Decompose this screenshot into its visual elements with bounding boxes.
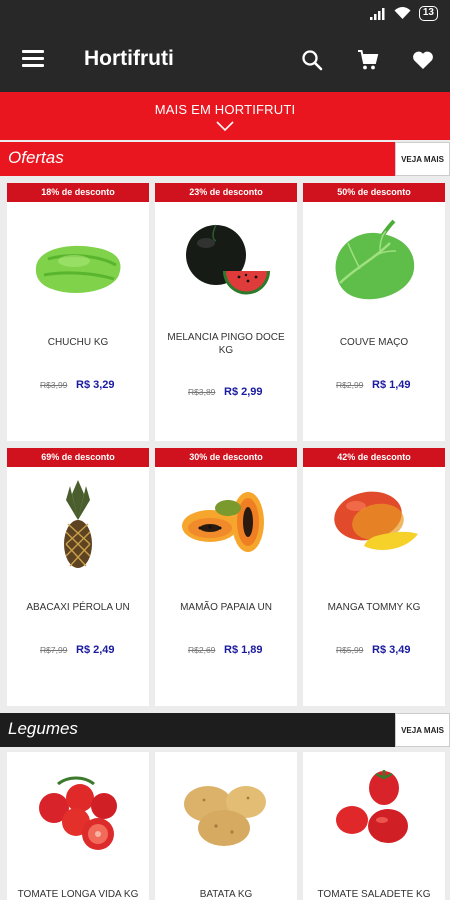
sale-price: R$ 1,49 [372,379,411,391]
product-card-chuchu[interactable]: 18% de desconto CHUCHU KG R$3,99 R$ 3,29 [7,183,149,441]
papaya-image [182,492,264,552]
more-banner-label: MAIS EM HORTIFRUTI [154,102,296,117]
wifi-icon [394,7,411,19]
product-name: ABACAXI PÉROLA UN [26,602,130,613]
page-title: Hortifruti [84,47,174,70]
chevron-down-icon [216,121,234,132]
pineapple-image [64,480,92,568]
old-price: R$7,99 [40,645,68,655]
vegetables-see-more-button[interactable]: VEJA MAIS [395,713,450,747]
battery-indicator: 13 [418,6,438,21]
product-card-mamao[interactable]: 30% de desconto MAMÃO PAPAIA UN R$2,69 R… [155,448,297,706]
offers-section-header: Ofertas VEJA MAIS [0,142,450,176]
menu-icon[interactable] [22,50,44,68]
product-card-manga[interactable]: 42% de desconto MANGA TOMMY KG R$5,99 R$… [303,448,445,706]
sale-price: R$ 2,99 [224,386,263,398]
discount-badge: 42% de desconto [303,448,445,467]
product-name: BATATA KG [199,889,253,900]
discount-badge: 30% de desconto [155,448,297,467]
product-card-tomate-saladete[interactable]: TOMATE SALADETE KG [303,752,445,900]
cart-icon[interactable] [356,48,380,72]
discount-badge: 50% de desconto [303,183,445,202]
potato-image [184,786,266,846]
offers-see-more-button[interactable]: VEJA MAIS [395,142,450,176]
product-name: MANGA TOMMY KG [327,602,421,613]
sale-price: R$ 2,49 [76,644,115,656]
chayote-image [35,245,121,293]
tomato-image [336,770,408,843]
kale-image [335,219,415,300]
product-card-melancia[interactable]: 23% de desconto MELANCIA PINGO DOCE KG R… [155,183,297,441]
sale-price: R$ 3,49 [372,644,411,656]
vegetables-section-title: Legumes [8,719,78,738]
product-card-abacaxi[interactable]: 69% de desconto ABACAXI PÉROLA UN R$7,99… [7,448,149,706]
discount-badge: 23% de desconto [155,183,297,202]
product-name: MAMÃO PAPAIA UN [180,602,272,613]
product-name: TOMATE LONGA VIDA KG [17,889,139,900]
discount-badge: 18% de desconto [7,183,149,202]
watermelon-image [186,224,270,295]
product-name: MELANCIA PINGO DOCE KG [167,332,285,356]
sale-price: R$ 3,29 [76,379,115,391]
product-name: COUVE MAÇO [339,337,409,348]
tomato-cluster-image [39,776,117,850]
product-name: TOMATE SALADETE KG [317,889,431,900]
signal-icon [369,7,385,20]
mango-image [334,491,418,550]
sale-price: R$ 1,89 [224,644,263,656]
search-icon[interactable] [300,48,324,72]
product-card-couve[interactable]: 50% de desconto COUVE MAÇO R$2,99 R$ 1,4… [303,183,445,441]
old-price: R$2,99 [336,380,364,390]
old-price: R$3,99 [40,380,68,390]
app-bar: Hortifruti [0,30,450,92]
product-card-batata[interactable]: BATATA KG [155,752,297,900]
status-bar: 13 [0,0,450,30]
old-price: R$3,89 [188,387,216,397]
old-price: R$2,69 [188,645,216,655]
more-hortifruti-banner[interactable]: MAIS EM HORTIFRUTI [0,92,450,140]
vegetables-section-header: Legumes VEJA MAIS [0,713,450,747]
product-name: CHUCHU KG [47,337,109,348]
product-card-tomate-longa-vida[interactable]: TOMATE LONGA VIDA KG [7,752,149,900]
old-price: R$5,99 [336,645,364,655]
favorites-heart-icon[interactable] [411,48,435,72]
discount-badge: 69% de desconto [7,448,149,467]
offers-section-title: Ofertas [8,148,64,167]
